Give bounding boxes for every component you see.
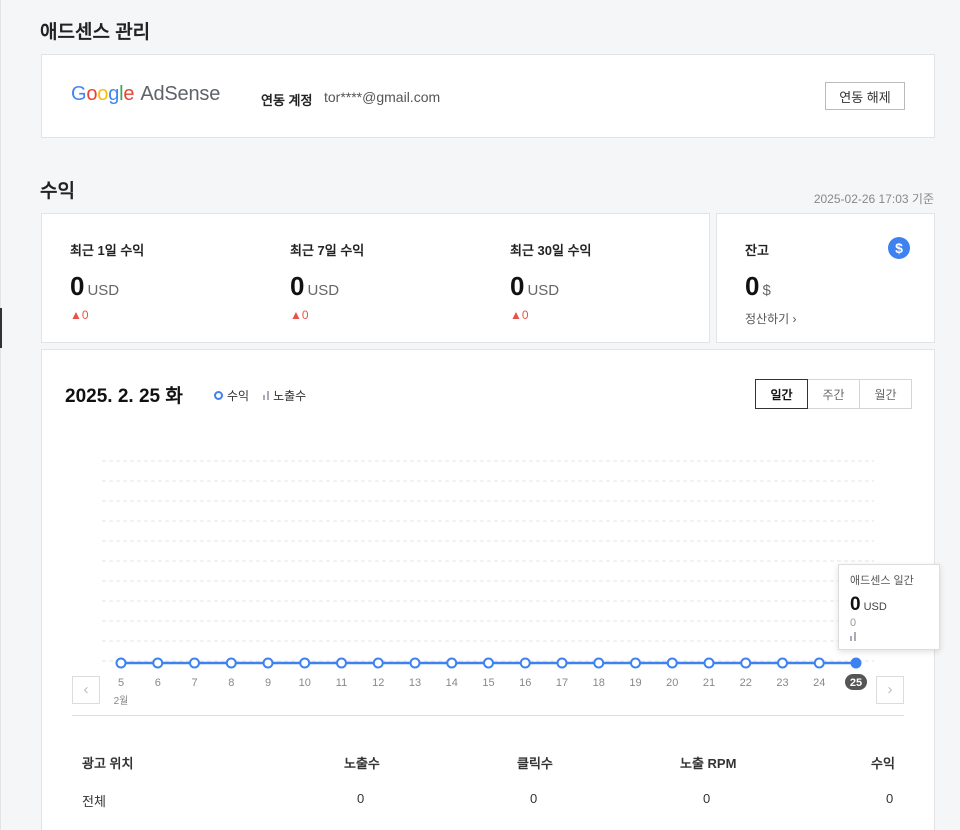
chart-point bbox=[409, 657, 421, 669]
x-tick-label: 21 bbox=[703, 677, 715, 689]
chart-point bbox=[446, 657, 458, 669]
chart-point bbox=[666, 657, 678, 669]
stat-value: 0 bbox=[70, 271, 85, 301]
adsense-section-title: 애드센스 관리 bbox=[40, 22, 151, 43]
stat-label: 최근 1일 수익 bbox=[70, 243, 145, 258]
x-tick-label: 8 bbox=[228, 677, 234, 689]
adsense-link-card: Google AdSense 연동 계정 tor****@gmail.com 연… bbox=[41, 54, 935, 138]
x-tick-label: 9 bbox=[265, 677, 271, 689]
revenue-summary-card: 최근 1일 수익 0 USD ▲0 최근 7일 수익 0 USD ▲0 최근 30일… bbox=[41, 213, 710, 343]
tab-daily[interactable]: 일간 bbox=[755, 379, 808, 409]
x-tick-label: 17 bbox=[556, 677, 568, 689]
chart-point bbox=[189, 657, 200, 669]
month-label: 2월 bbox=[114, 695, 129, 707]
stat-value: 0 bbox=[290, 271, 305, 301]
stat-7day: 최근 7일 수익 0 USD ▲0 bbox=[290, 240, 364, 322]
chart-point bbox=[225, 657, 237, 669]
cell-rpm: 0 bbox=[703, 791, 711, 806]
table-divider bbox=[72, 715, 904, 716]
stat-1day: 최근 1일 수익 0 USD ▲0 bbox=[70, 240, 144, 322]
tooltip-impressions: 0 bbox=[850, 617, 857, 629]
x-tick-label: 6 bbox=[155, 677, 161, 689]
chart-point bbox=[813, 657, 825, 669]
chart-tooltip: 애드센스 일간 0 USD 0 bbox=[838, 564, 940, 650]
x-tick-label: 5 bbox=[118, 677, 124, 689]
tooltip-value: 0 bbox=[850, 594, 861, 615]
header-revenue: 수익 bbox=[871, 756, 895, 771]
stat-30day: 최근 30일 수익 0 USD ▲0 bbox=[510, 240, 591, 322]
cell-revenue: 0 bbox=[886, 791, 894, 806]
x-tick-label: 7 bbox=[191, 677, 197, 689]
balance-label: 잔고 bbox=[745, 243, 769, 258]
x-tick-label: 15 bbox=[482, 677, 494, 689]
balance-unit: $ bbox=[762, 282, 771, 299]
settle-link[interactable]: 정산하기 › bbox=[745, 310, 797, 327]
x-tick-label: 10 bbox=[299, 677, 311, 689]
cell-impressions: 0 bbox=[357, 791, 365, 806]
header-ad-position: 광고 위치 bbox=[82, 756, 134, 771]
chevron-right-icon[interactable]: › bbox=[876, 676, 904, 704]
balance-card: 잔고 0 $ 정산하기 › $ bbox=[716, 213, 935, 343]
chart-point bbox=[703, 657, 715, 669]
chart-point bbox=[336, 657, 347, 669]
stat-unit: USD bbox=[307, 282, 340, 299]
balance-value: 0 bbox=[745, 271, 760, 301]
cell-ad-position: 전체 bbox=[82, 794, 106, 809]
revenue-section-title: 수익 bbox=[40, 181, 75, 202]
linked-account-label: 연동 계정 bbox=[261, 93, 313, 108]
x-tick-label: 13 bbox=[409, 677, 421, 689]
dollar-icon: $ bbox=[888, 237, 910, 259]
unlink-button[interactable]: 연동 해제 bbox=[825, 82, 905, 110]
chart-point bbox=[115, 657, 127, 669]
chart-point bbox=[372, 657, 384, 669]
stat-label: 최근 7일 수익 bbox=[290, 243, 365, 258]
header-clicks: 클릭수 bbox=[517, 756, 553, 771]
stat-change: ▲0 bbox=[70, 308, 89, 322]
tooltip-title: 애드센스 일간 bbox=[850, 575, 914, 587]
x-tick-label: 16 bbox=[519, 677, 531, 689]
stat-unit: USD bbox=[527, 282, 560, 299]
x-tick-label: 25 bbox=[850, 677, 862, 689]
chart-point bbox=[519, 657, 531, 669]
header-rpm: 노출 RPM bbox=[680, 756, 737, 771]
chart-point bbox=[556, 657, 568, 669]
header-impressions: 노출수 bbox=[344, 756, 380, 771]
sidebar-border bbox=[0, 0, 1, 830]
chart-point bbox=[777, 657, 788, 669]
x-tick-label: 18 bbox=[593, 677, 605, 689]
x-tick-label: 11 bbox=[336, 677, 347, 689]
revenue-chart-card: 2025. 2. 25 화 수익 노출수 일간 주간 월간 5 6 7 8 9 10 11 1… bbox=[41, 349, 940, 830]
stat-value: 0 bbox=[510, 271, 525, 301]
chart-point bbox=[299, 657, 311, 669]
chevron-left-icon[interactable]: ‹ bbox=[72, 676, 100, 704]
chart-point bbox=[262, 657, 274, 669]
stat-change: ▲0 bbox=[290, 308, 309, 322]
linked-account-email: tor****@gmail.com bbox=[324, 89, 441, 105]
stat-label: 최근 30일 수익 bbox=[510, 243, 592, 258]
chart-point bbox=[593, 657, 605, 669]
revenue-timestamp: 2025-02-26 17:03 기준 bbox=[813, 192, 934, 206]
x-tick-label: 20 bbox=[666, 677, 678, 689]
chart-point bbox=[740, 657, 752, 669]
adsense-logo-product: AdSense bbox=[140, 83, 221, 105]
stat-unit: USD bbox=[87, 282, 120, 299]
tooltip-bars-icon bbox=[850, 632, 928, 641]
cell-clicks: 0 bbox=[530, 791, 538, 806]
x-tick-label: 19 bbox=[629, 677, 641, 689]
sidebar-indicator bbox=[0, 308, 2, 348]
tooltip-unit: USD bbox=[863, 601, 887, 613]
x-tick-label: 14 bbox=[446, 677, 458, 689]
balance-stat: 잔고 0 $ 정산하기 › bbox=[745, 240, 797, 327]
x-tick-label: 23 bbox=[776, 677, 788, 689]
chart-point bbox=[152, 657, 164, 669]
x-tick-label: 24 bbox=[813, 677, 825, 689]
adsense-logo: Google AdSense bbox=[71, 83, 221, 105]
x-tick-label: 22 bbox=[740, 677, 752, 689]
stat-change: ▲0 bbox=[510, 308, 529, 322]
chart-point bbox=[850, 657, 862, 669]
chart-point bbox=[483, 657, 494, 669]
chart-point bbox=[630, 657, 641, 669]
x-tick-label: 12 bbox=[372, 677, 384, 689]
